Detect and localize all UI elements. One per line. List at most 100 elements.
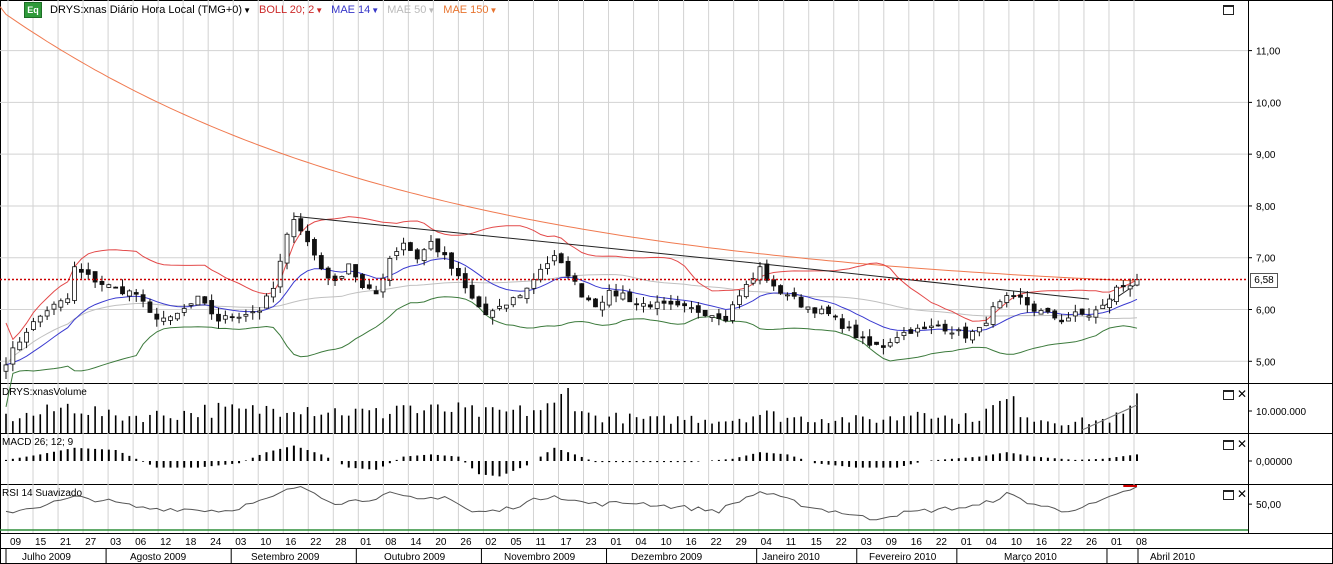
- dropdown-caret-icon[interactable]: ▼: [315, 6, 323, 15]
- candle-body: [72, 266, 77, 301]
- macd-tick-label: 0,00000: [1256, 457, 1293, 468]
- candle-body: [716, 313, 722, 320]
- x-day-label: 28: [335, 537, 347, 548]
- candle-body: [1059, 319, 1064, 323]
- candle-body: [1052, 310, 1058, 319]
- candle-body: [305, 230, 311, 243]
- candle-body: [394, 251, 400, 256]
- candle-body: [31, 321, 36, 330]
- dropdown-caret-icon[interactable]: ▼: [243, 6, 251, 15]
- dropdown-caret-icon[interactable]: ▼: [427, 6, 435, 15]
- close-icon[interactable]: ✕: [1237, 438, 1247, 450]
- candle-body: [174, 312, 180, 320]
- close-icon[interactable]: ✕: [1237, 388, 1247, 400]
- candle-body: [743, 284, 749, 298]
- indicator-mae14[interactable]: MAE 14 ▼: [331, 4, 379, 16]
- x-day-label: 10: [661, 537, 673, 548]
- x-day-label: 18: [185, 537, 197, 548]
- x-day-label: 11: [786, 537, 797, 548]
- candle-body: [188, 303, 194, 306]
- candle-body: [922, 326, 927, 330]
- candle-body: [613, 290, 619, 297]
- x-month-label: Dezembro 2009: [631, 552, 703, 563]
- candle-body: [483, 303, 489, 316]
- candle-body: [874, 341, 879, 345]
- symbol-title-text: DRYS:xnas Diário Hora Local (TMG+0): [50, 4, 243, 16]
- indicator-mae150[interactable]: MAE 150 ▼: [443, 4, 497, 16]
- candle-body: [1018, 294, 1023, 298]
- x-day-label: 22: [936, 537, 948, 548]
- candle-body: [181, 308, 187, 313]
- price-tick-label: 10,00: [1256, 98, 1281, 109]
- candle-body: [17, 341, 23, 351]
- last-price-badge: 6,58: [1250, 273, 1278, 288]
- candle-body: [915, 327, 921, 333]
- candle-body: [1066, 317, 1071, 322]
- candle-body: [497, 305, 502, 309]
- candle-body: [325, 267, 331, 279]
- candle-body: [414, 249, 420, 260]
- candle-body: [490, 310, 496, 318]
- x-day-label: 27: [85, 537, 97, 548]
- candle-body: [942, 323, 948, 332]
- candle-body: [51, 303, 57, 310]
- maximize-icon[interactable]: [1223, 390, 1234, 400]
- maximize-icon[interactable]: [1223, 5, 1234, 15]
- candle-body: [1107, 298, 1112, 309]
- x-day-label: 29: [736, 537, 748, 548]
- candle-body: [1072, 311, 1078, 317]
- candle-body: [531, 279, 537, 289]
- candle-body: [1004, 295, 1010, 303]
- candle-body: [894, 337, 900, 343]
- symbol-title[interactable]: DRYS:xnas Diário Hora Local (TMG+0) ▼: [50, 4, 251, 16]
- candle-body: [449, 252, 454, 269]
- close-icon[interactable]: ✕: [1237, 488, 1247, 500]
- candle-body: [346, 263, 352, 275]
- candle-body: [408, 242, 413, 251]
- candle-body: [572, 275, 578, 282]
- x-day-label: 26: [460, 537, 472, 548]
- candle-body: [1134, 279, 1140, 286]
- candle-body: [695, 305, 701, 313]
- candle-body: [37, 315, 43, 323]
- candle-body: [668, 300, 674, 305]
- candle-body: [298, 218, 304, 232]
- indicator-mae50[interactable]: MAE 50 ▼: [387, 4, 435, 16]
- x-day-label: 09: [886, 537, 898, 548]
- candle-body: [976, 326, 982, 333]
- candle-body: [641, 303, 646, 307]
- x-day-label: 26: [1086, 537, 1098, 548]
- dropdown-caret-icon[interactable]: ▼: [371, 6, 379, 15]
- x-month-label: Novembro 2009: [504, 552, 576, 563]
- x-day-label: 04: [986, 537, 998, 548]
- candle-body: [277, 260, 283, 288]
- candle-body: [551, 255, 557, 262]
- candle-body: [462, 273, 468, 289]
- candle-body: [380, 277, 386, 293]
- candle-body: [202, 296, 208, 304]
- equity-icon[interactable]: Eq: [24, 2, 42, 18]
- x-day-label: 16: [1036, 537, 1048, 548]
- indicator-boll-label: BOLL 20; 2: [258, 4, 315, 16]
- dropdown-caret-icon[interactable]: ▼: [490, 6, 498, 15]
- macd-pane-label[interactable]: MACD 26; 12; 9: [2, 437, 73, 448]
- candle-body: [257, 310, 263, 313]
- x-day-label: 01: [611, 537, 623, 548]
- rsi-pane-label[interactable]: RSI 14 Suavizado: [2, 488, 82, 499]
- candle-body: [935, 324, 941, 327]
- candle-body: [270, 287, 276, 298]
- candle-body: [65, 298, 71, 304]
- candle-body: [661, 300, 667, 304]
- x-month-label: Março 2010: [1004, 552, 1057, 563]
- indicator-boll[interactable]: BOLL 20; 2 ▼: [259, 4, 323, 16]
- candle-body: [133, 292, 139, 295]
- candle-body: [476, 296, 482, 308]
- x-day-label: 03: [235, 537, 247, 548]
- stock-chart: 5,00 6,00 7,00 8,00 9,00 10,00 11,00 10.000.000…: [0, 0, 1333, 564]
- volume-tick-label: 10.000.000: [1256, 407, 1306, 418]
- candle-body: [3, 364, 9, 372]
- maximize-icon[interactable]: [1223, 490, 1234, 500]
- candle-body: [846, 326, 852, 329]
- maximize-icon[interactable]: [1223, 440, 1234, 450]
- candle-body: [997, 301, 1003, 309]
